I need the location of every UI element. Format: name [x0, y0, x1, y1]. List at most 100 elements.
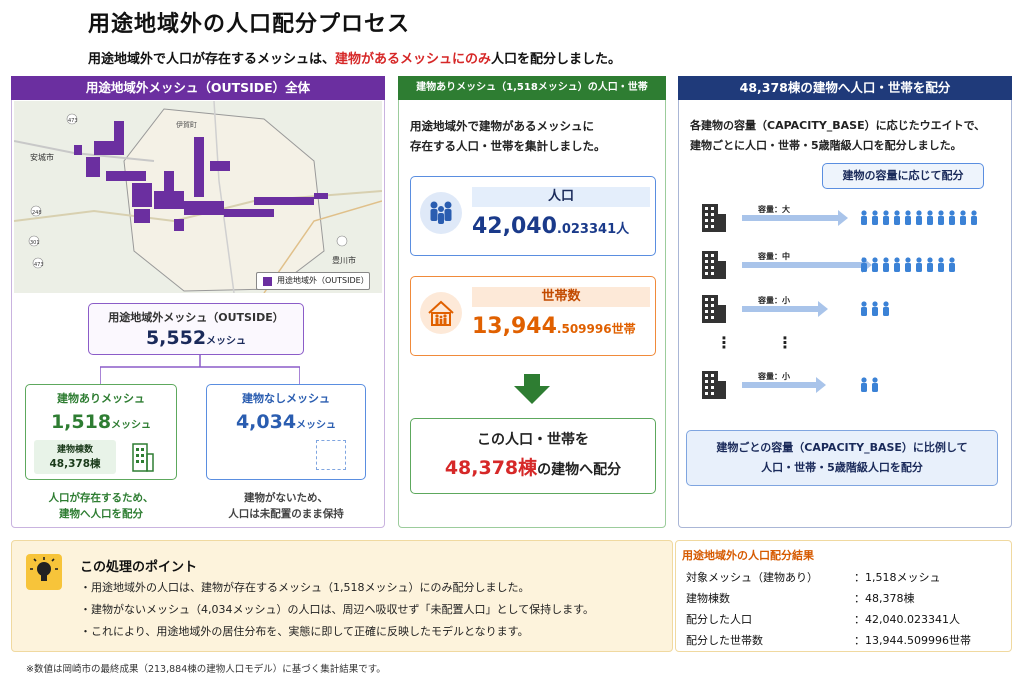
office-building-icon [702, 251, 718, 279]
building-allocation-desc: 各建物の容量（CAPACITY_BASE）に応じたウエイトで、 建物ごとに人口・世… [690, 116, 1006, 156]
outside-mesh-label: 用途地域外メッシュ（OUTSIDE） [108, 311, 284, 324]
person-body [861, 383, 867, 392]
capacity-row: 容量：中 [702, 251, 955, 279]
households-dec: .509996 [556, 322, 612, 336]
building-window [705, 380, 708, 383]
with-buildings-unit: メッシュ [111, 420, 152, 431]
building-window [711, 207, 714, 210]
population-desc-1: 用途地域外で建物があるメッシュに [410, 119, 594, 133]
person-body [872, 263, 878, 272]
without-buildings-value-wrap: 4,034メッシュ [207, 411, 365, 433]
results-key: 配分した世帯数 [686, 634, 763, 647]
key-point-item: ・用途地域外の人口は、建物が存在するメッシュ（1,518メッシュ）にのみ配分しま… [80, 581, 530, 594]
households-label: 世帯数 [472, 287, 650, 307]
building-icon [132, 443, 154, 472]
households-unit: 世帯 [611, 322, 636, 336]
results-key: 対象メッシュ（建物あり） [686, 571, 818, 584]
capacity-bubble: 建物の容量に応じて配分 [822, 163, 984, 189]
population-label: 人口 [472, 187, 650, 207]
key-point-item: ・これにより、用途地域外の居住分布を、実態に即して正確に反映したモデルとなります… [80, 625, 529, 638]
building-window [711, 316, 714, 319]
population-panel-header: 建物ありメッシュ（1,518メッシュ）の人口・世帯 [398, 76, 666, 100]
outside-mesh-total-box: 用途地域外メッシュ（OUTSIDE） 5,552メッシュ [88, 303, 304, 355]
subtitle-post: 人口を配分しました。 [491, 52, 622, 67]
capacity-row: 容量：小 [702, 371, 878, 399]
building-window [705, 386, 708, 389]
building-window [705, 213, 708, 216]
person-body [861, 263, 867, 272]
person-body [916, 263, 922, 272]
key-point-item: ・建物がないメッシュ（4,034メッシュ）の人口は、周辺へ吸収せず「未配置人口」… [80, 603, 595, 616]
building-window [705, 260, 708, 263]
building-window [705, 374, 708, 377]
map-road-2: 248 [32, 210, 42, 216]
person-icon [872, 257, 878, 263]
building-window [711, 272, 714, 275]
person-icon [938, 210, 944, 216]
lightbulb-icon [26, 554, 62, 590]
page-title: 用途地域外の人口配分プロセス [88, 12, 411, 37]
allocation-line-1: この人口・世帯を [477, 432, 589, 448]
person-body [905, 263, 911, 272]
office-building-annex [718, 214, 726, 232]
building-window [711, 254, 714, 257]
with-buildings-note-2: 建物へ人口を配分 [59, 508, 143, 520]
results-title: 用途地域外の人口配分結果 [682, 549, 814, 562]
building-window [705, 298, 708, 301]
person-body [949, 216, 955, 225]
person-icon [949, 257, 955, 263]
households-int: 13,944 [472, 314, 557, 339]
person-icon [971, 210, 977, 216]
office-building-annex [718, 305, 726, 323]
person-body [916, 216, 922, 225]
results-row: 対象メッシュ（建物あり） ：1,518メッシュ [686, 568, 971, 587]
person-icon [861, 210, 867, 216]
building-window [711, 213, 714, 216]
with-buildings-note-1: 人口が存在するため、 [48, 492, 154, 504]
person-icon [894, 210, 900, 216]
building-window [711, 386, 714, 389]
map-label-route: 伊賀町 [176, 120, 197, 129]
building-window [705, 207, 708, 210]
person-body [905, 216, 911, 225]
office-building-icon [702, 204, 718, 232]
map-road-1: 473 [68, 118, 78, 124]
capacity-summary-2: 人口・世帯・5歳階級人口を配分 [761, 461, 923, 474]
building-window [705, 310, 708, 313]
key-points-list: ・用途地域外の人口は、建物が存在するメッシュ（1,518メッシュ）にのみ配分しま… [80, 577, 594, 643]
person-icon [883, 210, 889, 216]
person-icon [872, 377, 878, 383]
capacity-row: 容量：大 [702, 204, 977, 232]
capacity-label: 容量：小 [757, 295, 790, 305]
building-allocation-desc-1: 各建物の容量（CAPACITY_BASE）に応じたウエイトで、 [690, 119, 986, 132]
person-icon [949, 210, 955, 216]
outside-mesh-unit: メッシュ [206, 336, 247, 347]
allocation-box: この人口・世帯を 48,378棟の建物へ配分 [410, 418, 656, 494]
person-icon [883, 301, 889, 307]
without-buildings-label: 建物なしメッシュ [242, 392, 330, 405]
allocation-line-2: の建物へ配分 [537, 462, 622, 478]
outside-mesh-value: 5,552 [145, 327, 207, 349]
person-icon [883, 257, 889, 263]
without-buildings-unit: メッシュ [296, 420, 337, 431]
outside-mesh-value-wrap: 5,552メッシュ [89, 327, 303, 349]
building-count-badge: 建物棟数 48,378棟 [34, 440, 116, 474]
person-body [872, 307, 878, 316]
person-icon [861, 301, 867, 307]
person-body [883, 263, 889, 272]
results-value: ：13,944.509996世帯 [854, 634, 971, 647]
capacity-summary-1: 建物ごとの容量（CAPACITY_BASE）に比例して [716, 441, 968, 454]
person-icon [927, 257, 933, 263]
office-building-annex [718, 261, 726, 279]
allocation-line-2-wrap: 48,378棟の建物へ配分 [411, 453, 655, 480]
person-body [971, 216, 977, 225]
map-road-4: 473 [34, 262, 44, 268]
building-window [711, 225, 714, 228]
capacity-label: 容量：大 [757, 204, 790, 214]
building-window [711, 310, 714, 313]
person-body [927, 216, 933, 225]
building-window [705, 266, 708, 269]
allocation-building-count: 48,378棟 [444, 457, 538, 479]
footnote: ※数値は岡崎市の最終成果（213,884棟の建物人口モデル）に基づく集計結果です… [26, 664, 386, 675]
map-road-3: 301 [30, 240, 40, 246]
